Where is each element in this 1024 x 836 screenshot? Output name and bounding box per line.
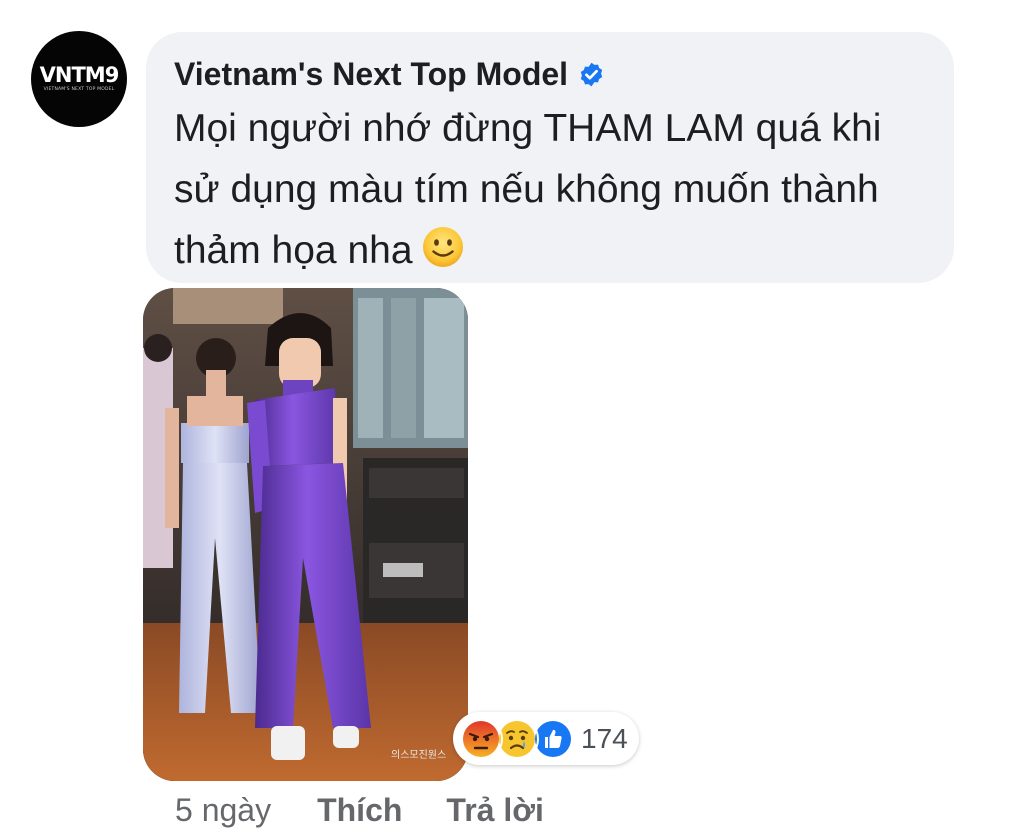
comment-meta-row: 5 ngày Thích Trả lời <box>175 788 544 832</box>
page-avatar[interactable]: VNTM9 VIETNAM'S NEXT TOP MODEL <box>31 31 127 127</box>
like-button[interactable]: Thích <box>317 792 402 829</box>
comment-timestamp[interactable]: 5 ngày <box>175 792 271 829</box>
photo-watermark: 의스모진원스 <box>391 749 446 761</box>
angry-reaction-icon <box>459 716 503 761</box>
verified-checkmark-icon <box>580 62 603 86</box>
attached-photo[interactable]: 의스모진원스 <box>143 288 468 781</box>
avatar-logo-subtitle: VIETNAM'S NEXT TOP MODEL <box>43 87 115 93</box>
comment-bubble: Vietnam's Next Top Model Mọi người nhớ đ… <box>146 32 954 283</box>
reaction-count: 174 <box>581 722 628 754</box>
comment-text: Mọi người nhớ đừng THAM LAM quá khi sử d… <box>174 98 934 281</box>
reactions-summary[interactable]: 174 <box>453 712 639 765</box>
comment-author-row: Vietnam's Next Top Model <box>174 54 926 94</box>
reply-button[interactable]: Trả lời <box>446 792 543 829</box>
avatar-logo-text: VNTM9 <box>39 63 120 88</box>
slightly-smiling-face-emoji <box>422 227 463 267</box>
photo-illustration: 의스모진원스 <box>143 288 468 781</box>
comment-text-content: Mọi người nhớ đừng THAM LAM quá khi sử d… <box>174 107 882 272</box>
comment-author-name[interactable]: Vietnam's Next Top Model <box>174 54 568 94</box>
